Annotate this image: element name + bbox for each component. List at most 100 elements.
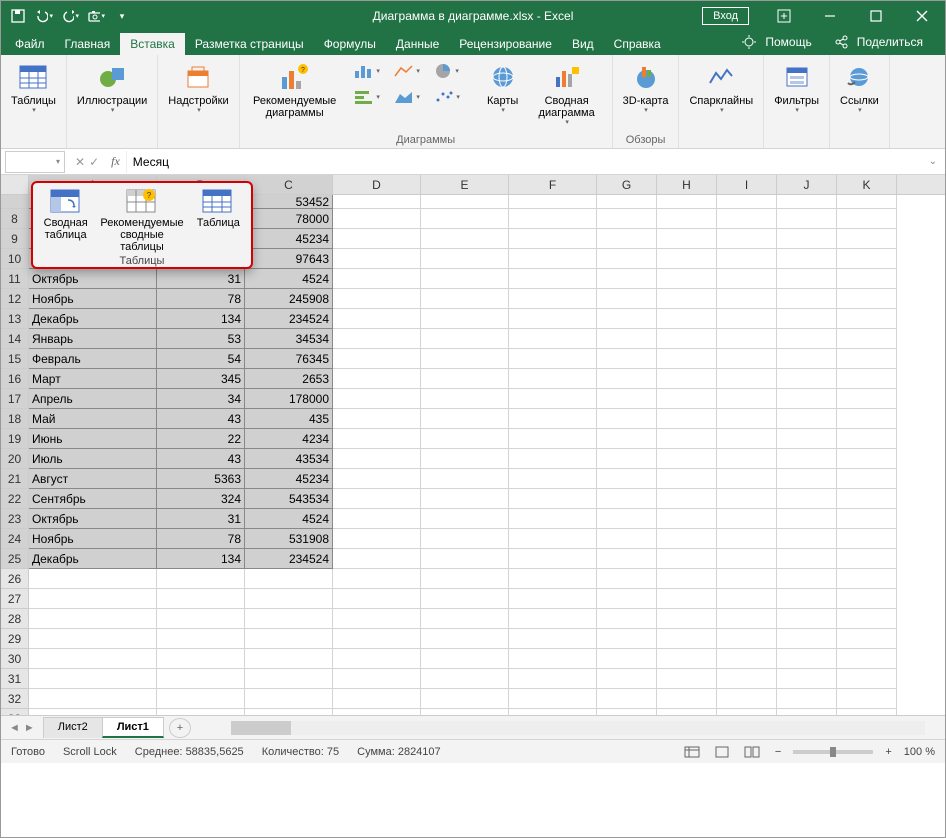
cell[interactable] xyxy=(717,589,777,609)
cell[interactable] xyxy=(657,289,717,309)
cell[interactable] xyxy=(597,269,657,289)
cell[interactable] xyxy=(509,249,597,269)
row-header[interactable]: 22 xyxy=(1,489,29,509)
cell[interactable] xyxy=(657,329,717,349)
cell[interactable] xyxy=(333,549,421,569)
column-chart-icon[interactable]: ▾ xyxy=(348,59,386,83)
cell[interactable] xyxy=(657,389,717,409)
row-header[interactable]: 20 xyxy=(1,449,29,469)
table-button[interactable]: Таблица xyxy=(188,187,249,255)
cell[interactable] xyxy=(837,309,897,329)
cell[interactable]: 245908 xyxy=(245,289,333,309)
cell[interactable] xyxy=(597,529,657,549)
cell[interactable] xyxy=(837,329,897,349)
cell[interactable] xyxy=(597,369,657,389)
cell[interactable] xyxy=(777,449,837,469)
cell[interactable] xyxy=(657,709,717,715)
cell[interactable] xyxy=(657,269,717,289)
cell[interactable] xyxy=(597,389,657,409)
cell[interactable] xyxy=(509,269,597,289)
cell[interactable] xyxy=(29,629,157,649)
row-header[interactable]: 27 xyxy=(1,589,29,609)
cell[interactable]: 4234 xyxy=(245,429,333,449)
cell[interactable] xyxy=(333,489,421,509)
cell[interactable] xyxy=(509,589,597,609)
cell[interactable] xyxy=(597,195,657,209)
zoom-slider[interactable] xyxy=(793,750,873,754)
cell[interactable]: 54 xyxy=(157,349,245,369)
cell[interactable] xyxy=(597,289,657,309)
cell[interactable] xyxy=(717,369,777,389)
cell[interactable] xyxy=(657,609,717,629)
cell[interactable] xyxy=(421,289,509,309)
sparklines-button[interactable]: Спарклайны▾ xyxy=(685,59,757,117)
cell[interactable] xyxy=(597,469,657,489)
cell[interactable] xyxy=(837,549,897,569)
cell[interactable] xyxy=(717,629,777,649)
sheet-tab[interactable]: Лист1 xyxy=(102,717,164,738)
cell[interactable] xyxy=(837,589,897,609)
cell[interactable] xyxy=(777,409,837,429)
signin-button[interactable]: Вход xyxy=(702,7,749,25)
close-button[interactable] xyxy=(899,1,945,31)
row-header[interactable]: 14 xyxy=(1,329,29,349)
cell[interactable] xyxy=(245,689,333,709)
cell[interactable]: Декабрь xyxy=(29,309,157,329)
tables-button[interactable]: Таблицы▾ xyxy=(7,59,60,117)
cell[interactable] xyxy=(333,329,421,349)
cell[interactable]: 53 xyxy=(157,329,245,349)
cell[interactable] xyxy=(333,689,421,709)
tab-рецензирование[interactable]: Рецензирование xyxy=(449,33,562,55)
cell[interactable] xyxy=(717,569,777,589)
cell[interactable]: 34534 xyxy=(245,329,333,349)
row-header[interactable]: 32 xyxy=(1,689,29,709)
cell[interactable] xyxy=(333,649,421,669)
cell[interactable] xyxy=(777,429,837,449)
cell[interactable] xyxy=(777,589,837,609)
cell[interactable] xyxy=(597,349,657,369)
cell[interactable] xyxy=(837,649,897,669)
cell[interactable] xyxy=(333,249,421,269)
cell[interactable] xyxy=(509,549,597,569)
cell[interactable] xyxy=(657,209,717,229)
cell[interactable]: 543534 xyxy=(245,489,333,509)
column-header-F[interactable]: F xyxy=(509,175,597,194)
row-header[interactable]: 16 xyxy=(1,369,29,389)
cell[interactable] xyxy=(657,229,717,249)
row-header[interactable] xyxy=(1,195,29,209)
cell[interactable] xyxy=(421,549,509,569)
row-header[interactable]: 11 xyxy=(1,269,29,289)
cell[interactable] xyxy=(509,229,597,249)
cell[interactable] xyxy=(333,269,421,289)
cell[interactable] xyxy=(777,529,837,549)
scatter-chart-icon[interactable]: ▾ xyxy=(428,85,466,109)
cell[interactable] xyxy=(777,669,837,689)
cell[interactable] xyxy=(657,629,717,649)
cell[interactable] xyxy=(837,209,897,229)
sheet-nav-next-icon[interactable]: ► xyxy=(24,722,35,734)
row-header[interactable]: 10 xyxy=(1,249,29,269)
cell[interactable] xyxy=(837,509,897,529)
cell[interactable] xyxy=(509,329,597,349)
cell[interactable] xyxy=(837,529,897,549)
cell[interactable] xyxy=(245,709,333,715)
cell[interactable] xyxy=(421,489,509,509)
cell[interactable] xyxy=(29,709,157,715)
cell[interactable] xyxy=(421,389,509,409)
row-header[interactable]: 31 xyxy=(1,669,29,689)
cell[interactable] xyxy=(777,269,837,289)
column-header-I[interactable]: I xyxy=(717,175,777,194)
row-header[interactable]: 17 xyxy=(1,389,29,409)
cell[interactable] xyxy=(333,429,421,449)
cell[interactable] xyxy=(837,709,897,715)
cell[interactable] xyxy=(777,509,837,529)
cell[interactable] xyxy=(837,489,897,509)
undo-icon[interactable]: ▾ xyxy=(35,7,53,25)
cell[interactable] xyxy=(717,329,777,349)
cell[interactable] xyxy=(509,609,597,629)
cell[interactable]: Январь xyxy=(29,329,157,349)
cell[interactable] xyxy=(245,589,333,609)
cell[interactable] xyxy=(657,669,717,689)
cell[interactable] xyxy=(717,289,777,309)
add-sheet-button[interactable]: + xyxy=(169,718,191,738)
